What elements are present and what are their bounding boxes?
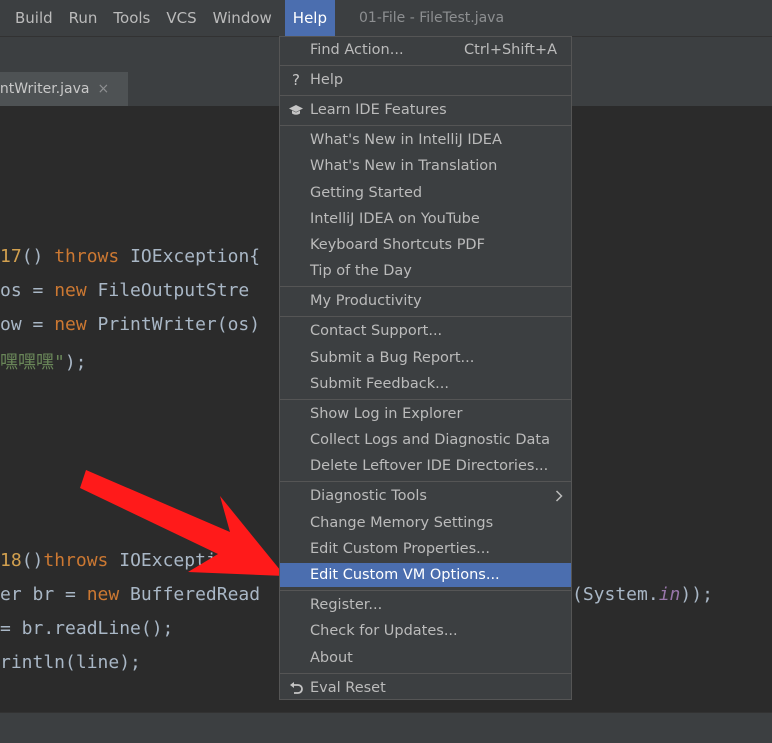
menu-item-learn-ide-features[interactable]: Learn IDE Features	[280, 98, 571, 122]
menu-item-submit-feedback[interactable]: Submit Feedback...	[280, 372, 571, 396]
menu-item-check-updates[interactable]: Check for Updates...	[280, 619, 571, 643]
window-title: 01-File - FileTest.java	[359, 10, 505, 26]
menu-item-delete-leftover[interactable]: Delete Leftover IDE Directories...	[280, 454, 571, 478]
menu-bar: Build Run Tools VCS Window Help 01-File …	[0, 0, 772, 36]
code-line: ow = new PrintWriter(os)	[0, 314, 261, 335]
menu-tools[interactable]: Tools	[108, 0, 155, 36]
code-line: os = new FileOutputStre	[0, 280, 250, 301]
menu-item-youtube[interactable]: IntelliJ IDEA on YouTube	[280, 207, 571, 231]
tab-printwriter[interactable]: intWriter.java ×	[0, 72, 128, 106]
menu-item-help[interactable]: ? Help	[280, 68, 571, 92]
code-line: = br.readLine();	[0, 618, 174, 639]
menu-run[interactable]: Run	[64, 0, 103, 36]
close-icon[interactable]: ×	[97, 81, 109, 97]
chevron-right-icon	[555, 484, 563, 511]
menu-item-show-log[interactable]: Show Log in Explorer	[280, 402, 571, 426]
shortcut-label: Ctrl+Shift+A	[464, 42, 557, 58]
menu-window[interactable]: Window	[208, 0, 277, 36]
menu-item-submit-bug[interactable]: Submit a Bug Report...	[280, 346, 571, 370]
menu-item-whats-new-translation[interactable]: What's New in Translation	[280, 154, 571, 178]
menu-item-getting-started[interactable]: Getting Started	[280, 181, 571, 205]
menu-item-memory-settings[interactable]: Change Memory Settings	[280, 511, 571, 535]
menu-item-contact-support[interactable]: Contact Support...	[280, 319, 571, 343]
menu-item-diagnostic-tools[interactable]: Diagnostic Tools	[280, 484, 571, 508]
menu-item-keyboard-shortcuts[interactable]: Keyboard Shortcuts PDF	[280, 233, 571, 257]
code-line: 17() throws IOException{	[0, 246, 261, 267]
menu-build[interactable]: Build	[10, 0, 58, 36]
red-arrow-icon	[80, 470, 285, 576]
undo-icon	[288, 676, 304, 700]
question-icon: ?	[292, 71, 300, 89]
menu-item-custom-vm-options[interactable]: Edit Custom VM Options...	[280, 563, 571, 587]
menu-item-whats-new-idea[interactable]: What's New in IntelliJ IDEA	[280, 128, 571, 152]
menu-item-my-productivity[interactable]: My Productivity	[280, 289, 571, 313]
tab-label: intWriter.java	[0, 81, 90, 97]
menu-item-find-action[interactable]: Find Action... Ctrl+Shift+A	[280, 38, 571, 62]
menu-item-eval-reset[interactable]: Eval Reset	[280, 676, 571, 700]
graduation-cap-icon	[288, 98, 304, 122]
code-line: (System.in));	[572, 584, 713, 605]
menu-help[interactable]: Help	[284, 0, 335, 36]
status-bar	[0, 712, 772, 743]
menu-item-tip-of-the-day[interactable]: Tip of the Day	[280, 259, 571, 283]
menu-item-register[interactable]: Register...	[280, 593, 571, 617]
code-line: rintln(line);	[0, 652, 141, 673]
menu-item-about[interactable]: About	[280, 646, 571, 670]
menu-item-custom-properties[interactable]: Edit Custom Properties...	[280, 537, 571, 561]
code-line: 嘿嘿嘿");	[0, 352, 87, 373]
help-menu: Find Action... Ctrl+Shift+A ? Help Learn…	[279, 36, 572, 700]
menu-vcs[interactable]: VCS	[161, 0, 201, 36]
menu-item-collect-logs[interactable]: Collect Logs and Diagnostic Data	[280, 428, 571, 452]
